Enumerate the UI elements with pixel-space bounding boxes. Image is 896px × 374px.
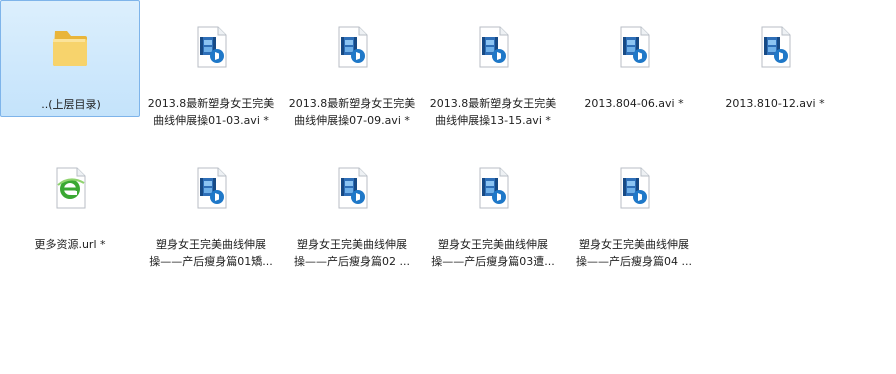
file-name: 2013.810-12.avi * — [725, 97, 825, 110]
file-name-line-2: 操——产后瘦身篇01矯... — [149, 255, 273, 268]
file-name: 塑身女王完美曲线伸展 操——产后瘦身篇01矯... — [141, 236, 281, 270]
file-item-video[interactable]: 塑身女王完美曲线伸展 操——产后瘦身篇01矯... — [141, 141, 281, 268]
file-name-line-2: 操——产后瘦身篇04 ... — [576, 255, 692, 268]
file-name-line-1: 塑身女王完美曲线伸展 — [438, 238, 548, 251]
file-name: 2013.804-06.avi * — [584, 97, 684, 110]
file-item-parent-directory[interactable]: ..(上层目录) — [0, 0, 140, 117]
video-file-icon — [470, 165, 516, 211]
file-name-line-2: 曲线伸展操01-03.avi * — [153, 114, 269, 127]
video-file-icon — [752, 24, 798, 70]
file-name: 更多资源.url * — [34, 238, 106, 251]
file-name-line-2: 曲线伸展操07-09.avi * — [294, 114, 410, 127]
file-name: ..(上层目录) — [41, 98, 101, 111]
file-name: 塑身女王完美曲线伸展 操——产后瘦身篇02 ... — [282, 236, 422, 270]
file-name-line-2: 操——产后瘦身篇02 ... — [294, 255, 410, 268]
video-file-icon — [188, 165, 234, 211]
file-name: 塑身女王完美曲线伸展 操——产后瘦身篇03遭... — [423, 236, 563, 270]
file-name: 2013.8最新塑身女王完美 曲线伸展操13-15.avi * — [423, 95, 563, 129]
file-name-line-1: 2013.8最新塑身女王完美 — [288, 97, 416, 110]
file-name-line-1: 2013.8最新塑身女王完美 — [147, 97, 275, 110]
file-item-video[interactable]: 2013.804-06.avi * — [564, 0, 704, 117]
file-name: 2013.8最新塑身女王完美 曲线伸展操01-03.avi * — [141, 95, 281, 129]
video-file-icon — [188, 24, 234, 70]
file-name-line-1: 塑身女王完美曲线伸展 — [297, 238, 407, 251]
file-item-video[interactable]: 塑身女王完美曲线伸展 操——产后瘦身篇04 ... — [564, 141, 704, 268]
file-name-line-2: 操——产后瘦身篇03遭... — [431, 255, 555, 268]
folder-icon — [47, 25, 93, 71]
internet-shortcut-icon — [47, 165, 93, 211]
file-name-line-2: 曲线伸展操13-15.avi * — [435, 114, 551, 127]
file-name-line-1: 塑身女王完美曲线伸展 — [156, 238, 266, 251]
file-name: 2013.8最新塑身女王完美 曲线伸展操07-09.avi * — [282, 95, 422, 129]
file-name-line-1: 2013.8最新塑身女王完美 — [429, 97, 557, 110]
video-file-icon — [611, 165, 657, 211]
video-file-icon — [611, 24, 657, 70]
file-item-video[interactable]: 2013.8最新塑身女王完美 曲线伸展操01-03.avi * — [141, 0, 281, 127]
file-item-video[interactable]: 2013.8最新塑身女王完美 曲线伸展操07-09.avi * — [282, 0, 422, 127]
file-item-video[interactable]: 2013.810-12.avi * — [705, 0, 845, 117]
file-list-view: ..(上层目录) 2013.8最新塑身女王完美 曲线伸展操01-03.avi * — [0, 0, 896, 374]
video-file-icon — [329, 24, 375, 70]
file-item-video[interactable]: 塑身女王完美曲线伸展 操——产后瘦身篇02 ... — [282, 141, 422, 268]
file-item-video[interactable]: 2013.8最新塑身女王完美 曲线伸展操13-15.avi * — [423, 0, 563, 127]
video-file-icon — [470, 24, 516, 70]
file-name-line-1: 塑身女王完美曲线伸展 — [579, 238, 689, 251]
file-item-url-shortcut[interactable]: 更多资源.url * — [0, 141, 140, 258]
video-file-icon — [329, 165, 375, 211]
file-name: 塑身女王完美曲线伸展 操——产后瘦身篇04 ... — [564, 236, 704, 270]
file-item-video[interactable]: 塑身女王完美曲线伸展 操——产后瘦身篇03遭... — [423, 141, 563, 268]
